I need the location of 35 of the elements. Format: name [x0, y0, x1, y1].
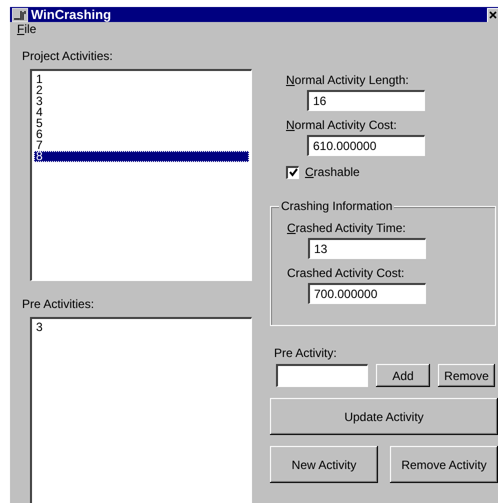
- input-field[interactable]: 610.000000: [307, 135, 425, 156]
- list-label: Project Activities:: [22, 49, 114, 63]
- list-item[interactable]: 1: [34, 74, 249, 85]
- list-item[interactable]: 2: [34, 85, 249, 96]
- list-item[interactable]: 7: [34, 140, 249, 151]
- checkbox-label: Crashable: [305, 165, 360, 179]
- new-activity-button[interactable]: New Activity: [270, 446, 378, 483]
- list-item[interactable]: 8: [34, 151, 249, 162]
- input-field[interactable]: 13: [308, 238, 426, 259]
- input-field[interactable]: [276, 364, 368, 387]
- field-label: Crashed Activity Time:: [287, 221, 407, 235]
- list-item[interactable]: 3: [34, 96, 249, 107]
- remove-activity-button[interactable]: Remove Activity: [390, 446, 498, 483]
- remove-button[interactable]: Remove: [438, 364, 495, 387]
- group-title: Crashing Information: [279, 199, 394, 213]
- list-item[interactable]: 3: [34, 322, 249, 333]
- input-field[interactable]: 700.000000: [308, 283, 426, 304]
- list-label: Pre Activities:: [22, 297, 96, 311]
- project-activities-list[interactable]: 1 2 3 4 5 6 7 8: [30, 69, 252, 281]
- input-field[interactable]: 16: [307, 90, 425, 111]
- list-item[interactable]: 4: [34, 107, 249, 118]
- window-title: WinCrashing: [31, 7, 112, 22]
- field-label: Crashed Activity Cost:: [287, 266, 406, 280]
- list-item[interactable]: 6: [34, 129, 249, 140]
- close-icon: [489, 10, 497, 18]
- add-button[interactable]: Add: [376, 364, 430, 387]
- field-label: Normal Activity Length:: [286, 73, 410, 87]
- field-label: Pre Activity:: [273, 346, 338, 360]
- field-label: Normal Activity Cost:: [286, 118, 398, 132]
- list-item[interactable]: 5: [34, 118, 249, 129]
- menu-item[interactable]: File: [17, 22, 36, 36]
- close-button[interactable]: [487, 8, 498, 22]
- checkbox[interactable]: [286, 166, 299, 178]
- pre-activities-list[interactable]: 3: [30, 317, 252, 503]
- update-activity-button[interactable]: Update Activity: [270, 398, 498, 435]
